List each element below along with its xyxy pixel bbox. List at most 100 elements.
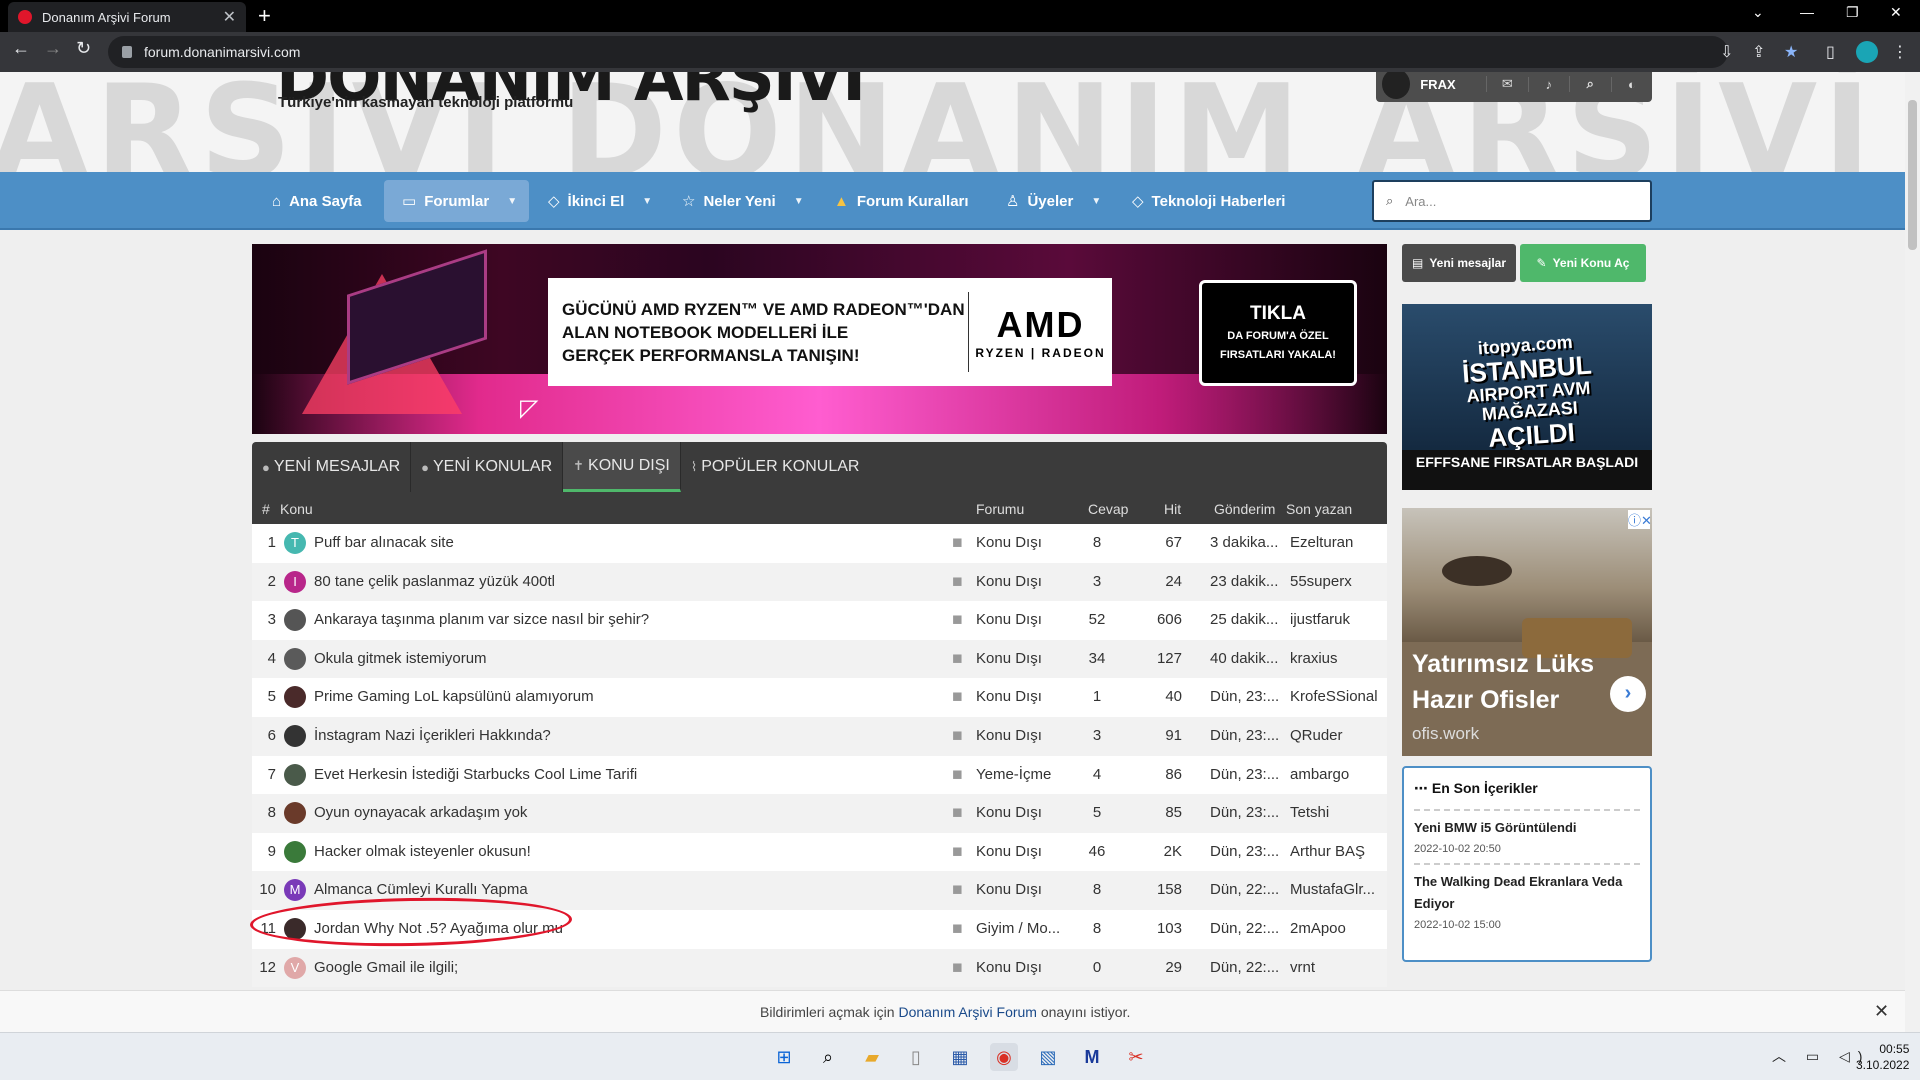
author-link[interactable]: Ezelturan	[1290, 534, 1385, 551]
minimize-icon[interactable]: —	[1800, 4, 1814, 20]
nav-item-tech-news[interactable]: ◇ Teknoloji Haberleri	[1132, 172, 1285, 230]
author-link[interactable]: 2mApoo	[1290, 920, 1385, 937]
ofis-work-ad[interactable]: ⓘ✕ Yatırımsız Lüks Hazır Ofisler ofis.wo…	[1402, 508, 1652, 756]
avatar[interactable]: T	[284, 532, 306, 554]
topic-title-link[interactable]: Almanca Cümleyi Kurallı Yapma	[314, 881, 528, 898]
close-window-icon[interactable]: ✕	[1890, 4, 1902, 21]
author-link[interactable]: ijustfaruk	[1290, 611, 1385, 628]
snipping-tool-icon[interactable]: ✂	[1122, 1043, 1150, 1071]
search-icon[interactable]: ⌕	[814, 1043, 842, 1071]
table-row[interactable]: 12 V Google Gmail ile ilgili; ◼ Konu Dışı 0 29…	[252, 948, 1387, 988]
forum-link[interactable]: Konu Dışı	[976, 804, 1042, 821]
topic-title-link[interactable]: 80 tane çelik paslanmaz yüzük 400tl	[314, 573, 555, 590]
author-link[interactable]: QRuder	[1290, 727, 1385, 744]
forum-link[interactable]: Giyim / Mo...	[976, 920, 1060, 937]
nav-item-home[interactable]: ⌂ Ana Sayfa	[272, 172, 362, 230]
ad-cta-button[interactable]: TIKLA DA FORUM'A ÖZEL FIRSATLARI YAKALA!	[1199, 280, 1357, 386]
bell-icon[interactable]: ♪	[1527, 76, 1569, 92]
topic-title-link[interactable]: Google Gmail ile ilgili;	[314, 959, 458, 976]
topic-title-link[interactable]: Okula gitmek istemiyorum	[314, 650, 487, 667]
forum-link[interactable]: Konu Dışı	[976, 881, 1042, 898]
tab-popular-topics[interactable]: ⌇ POPÜLER KONULAR	[681, 442, 870, 492]
forum-link[interactable]: Konu Dışı	[976, 843, 1042, 860]
nav-item-whats-new[interactable]: ☆ Neler Yeni ▼	[682, 172, 804, 230]
user-avatar[interactable]	[1382, 72, 1411, 99]
author-link[interactable]: ambargo	[1290, 766, 1385, 783]
browser-tab[interactable]: Donanım Arşivi Forum ✕	[8, 2, 246, 32]
topic-title-link[interactable]: İnstagram Nazi İçerikleri Hakkında?	[314, 727, 551, 744]
table-row[interactable]: 5 Prime Gaming LoL kapsülünü alamıyorum ◼ K…	[252, 678, 1387, 717]
forum-link[interactable]: Yeme-İçme	[976, 766, 1051, 783]
author-link[interactable]: Arthur BAŞ	[1290, 843, 1385, 860]
address-bar[interactable]: forum.donanimarsivi.com	[108, 36, 1728, 68]
table-row[interactable]: 2 I 80 tane çelik paslanmaz yüzük 400tl ◼ Ko…	[252, 562, 1387, 602]
theme-icon[interactable]: ◐	[1610, 76, 1652, 92]
tab-list-icon[interactable]: ⌄	[1752, 4, 1764, 21]
forum-link[interactable]: Konu Dışı	[976, 573, 1042, 590]
malwarebytes-icon[interactable]: M	[1078, 1043, 1106, 1071]
reload-icon[interactable]: ↻	[76, 38, 91, 59]
bookmark-star-icon[interactable]: ★	[1784, 42, 1798, 62]
forum-link[interactable]: Konu Dışı	[976, 959, 1042, 976]
avatar[interactable]	[284, 802, 306, 825]
notification-close-icon[interactable]: ✕	[1874, 1001, 1889, 1022]
search-input[interactable]: ⌕ Ara...	[1372, 180, 1652, 222]
recent-item-title[interactable]: The Walking Dead Ekranlara Veda Ediyor	[1414, 871, 1640, 915]
forum-link[interactable]: Konu Dışı	[976, 727, 1042, 744]
avatar[interactable]: V	[284, 956, 306, 979]
inbox-icon[interactable]: ✉	[1486, 76, 1527, 92]
install-icon[interactable]: ⇩	[1720, 42, 1733, 62]
table-row[interactable]: 1 T Puff bar alınacak site ◼ Konu Dışı 8 67 3 d…	[252, 524, 1387, 563]
side-panel-icon[interactable]: ▯	[1826, 42, 1835, 62]
recent-item[interactable]: The Walking Dead Ekranlara Veda Ediyor 2…	[1414, 863, 1640, 939]
notif-site[interactable]: Donanım Arşivi Forum	[898, 1004, 1036, 1020]
topic-title-link[interactable]: Hacker olmak isteyenler okusun!	[314, 843, 531, 860]
user-name[interactable]: FRAX	[1420, 77, 1486, 92]
nav-item-forums[interactable]: ▭ Forumlar ▼	[384, 180, 530, 222]
topic-title-link[interactable]: Puff bar alınacak site	[314, 534, 454, 551]
ad-choices-icon[interactable]: ⓘ✕	[1628, 510, 1652, 529]
chevron-right-icon[interactable]: ›	[1610, 676, 1646, 712]
page-scrollbar[interactable]	[1905, 72, 1920, 1032]
topic-title-link[interactable]: Evet Herkesin İstediği Starbucks Cool Li…	[314, 766, 637, 783]
avatar[interactable]	[284, 647, 306, 670]
new-messages-button[interactable]: ▤ Yeni mesajlar	[1402, 244, 1516, 282]
author-link[interactable]: kraxius	[1290, 650, 1385, 667]
profile-avatar[interactable]	[1856, 41, 1878, 63]
share-icon[interactable]: ⇪	[1752, 42, 1765, 62]
author-link[interactable]: 55superx	[1290, 573, 1385, 590]
tab-close-icon[interactable]: ✕	[223, 7, 236, 27]
avatar[interactable]	[284, 609, 306, 632]
file-explorer-icon[interactable]: ▰	[858, 1043, 886, 1071]
new-tab-button[interactable]: +	[258, 3, 271, 29]
forum-link[interactable]: Konu Dışı	[976, 611, 1042, 628]
avatar[interactable]	[284, 763, 306, 786]
search-icon[interactable]: ⌕	[1569, 76, 1610, 92]
clock[interactable]: 00:55 3.10.2022	[1856, 1041, 1909, 1073]
avatar[interactable]	[284, 840, 306, 863]
avatar[interactable]: I	[284, 570, 306, 593]
back-icon[interactable]: ←	[12, 38, 30, 59]
forward-icon[interactable]: →	[44, 38, 62, 59]
nav-item-forum-rules[interactable]: ▲ Forum Kuralları	[834, 172, 969, 230]
scrollbar-thumb[interactable]	[1908, 100, 1917, 250]
amd-ad-banner[interactable]: ◸ GÜCÜNÜ AMD RYZEN™ VE AMD RADEON™'DAN A…	[252, 244, 1387, 434]
table-row[interactable]: 6 İnstagram Nazi İçerikleri Hakkında? ◼ Kon…	[252, 716, 1387, 756]
author-link[interactable]: KrofeSSional	[1290, 688, 1385, 705]
chevron-down-icon[interactable]: ▼	[642, 196, 652, 207]
author-link[interactable]: vrnt	[1290, 959, 1385, 976]
chevron-down-icon[interactable]: ▼	[794, 196, 804, 207]
new-topic-button[interactable]: ✎ Yeni Konu Aç	[1520, 244, 1646, 282]
table-row[interactable]: 7 Evet Herkesin İstediği Starbucks Cool L…	[252, 755, 1387, 795]
forum-link[interactable]: Konu Dışı	[976, 650, 1042, 667]
photos-icon[interactable]: ▧	[1034, 1043, 1062, 1071]
start-windows-icon[interactable]: ⊞	[770, 1043, 798, 1071]
topic-title-link[interactable]: Ankaraya taşınma planım var sizce nasıl …	[314, 611, 649, 628]
tab-new-messages[interactable]: ● YENİ MESAJLAR	[252, 442, 412, 492]
nav-item-second-hand[interactable]: ◇ İkinci El ▼	[548, 172, 652, 230]
forum-link[interactable]: Konu Dışı	[976, 688, 1042, 705]
store-icon[interactable]: ▦	[946, 1043, 974, 1071]
table-row[interactable]: 9 Hacker olmak isteyenler okusun! ◼ Konu Dı…	[252, 832, 1387, 872]
chevron-down-icon[interactable]: ▼	[1091, 196, 1101, 207]
author-link[interactable]: MustafaGlr...	[1290, 881, 1385, 898]
